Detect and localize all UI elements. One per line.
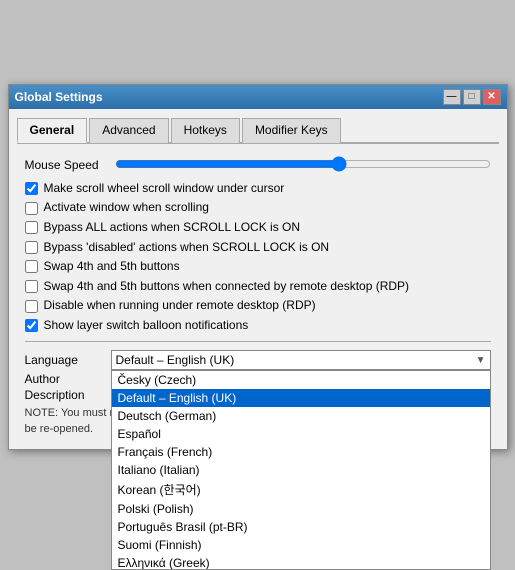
checkbox-row: Swap 4th and 5th buttons when connected … xyxy=(25,279,491,295)
tab-general[interactable]: General xyxy=(17,118,88,143)
tab-advanced[interactable]: Advanced xyxy=(89,118,168,143)
dropdown-item[interactable]: Česky (Czech) xyxy=(112,371,490,389)
dropdown-item[interactable]: Suomi (Finnish) xyxy=(112,536,490,554)
language-label: Language xyxy=(25,350,105,367)
checkbox-label: Disable when running under remote deskto… xyxy=(44,298,316,314)
content-area: General Advanced Hotkeys Modifier Keys M… xyxy=(9,109,507,450)
dropdown-item[interactable]: Default – English (UK) xyxy=(112,389,490,407)
tab-hotkeys[interactable]: Hotkeys xyxy=(171,118,240,143)
checkbox-3[interactable] xyxy=(25,241,38,254)
dropdown-list[interactable]: Česky (Czech)Default – English (UK)Deuts… xyxy=(111,370,491,570)
checkbox-1[interactable] xyxy=(25,202,38,215)
checkbox-label: Bypass ALL actions when SCROLL LOCK is O… xyxy=(44,220,301,236)
checkbox-4[interactable] xyxy=(25,260,38,273)
checkbox-row: Disable when running under remote deskto… xyxy=(25,298,491,314)
dropdown-item[interactable]: Korean (한국어) xyxy=(112,479,490,500)
dropdown-item[interactable]: Polski (Polish) xyxy=(112,500,490,518)
mouse-speed-slider[interactable] xyxy=(115,156,491,172)
checkbox-row: Show layer switch balloon notifications xyxy=(25,318,491,334)
dropdown-item[interactable]: Français (French) xyxy=(112,443,490,461)
tab-modifier-keys[interactable]: Modifier Keys xyxy=(242,118,341,143)
dropdown-item[interactable]: Deutsch (German) xyxy=(112,407,490,425)
close-button[interactable]: ✕ xyxy=(483,89,501,105)
minimize-button[interactable]: — xyxy=(443,89,461,105)
mouse-speed-row: Mouse Speed xyxy=(25,156,491,175)
checkbox-label: Activate window when scrolling xyxy=(44,200,209,216)
description-label: Description xyxy=(25,388,105,402)
maximize-button[interactable]: □ xyxy=(463,89,481,105)
language-dropdown[interactable]: Default – English (UK) ▼ Česky (Czech)De… xyxy=(111,350,491,370)
checkbox-row: Bypass ALL actions when SCROLL LOCK is O… xyxy=(25,220,491,236)
mouse-speed-slider-container xyxy=(115,156,491,175)
language-row: Language Default – English (UK) ▼ Česky … xyxy=(25,350,491,370)
checkbox-row: Bypass 'disabled' actions when SCROLL LO… xyxy=(25,240,491,256)
checkbox-label: Bypass 'disabled' actions when SCROLL LO… xyxy=(44,240,330,256)
divider xyxy=(25,341,491,342)
window-title: Global Settings xyxy=(15,90,103,104)
mouse-speed-label: Mouse Speed xyxy=(25,158,115,172)
checkbox-0[interactable] xyxy=(25,182,38,195)
dropdown-item[interactable]: Italiano (Italian) xyxy=(112,461,490,479)
checkboxes-container: Make scroll wheel scroll window under cu… xyxy=(25,181,491,334)
checkbox-7[interactable] xyxy=(25,319,38,332)
global-settings-window: Global Settings — □ ✕ General Advanced H… xyxy=(8,84,508,451)
checkbox-2[interactable] xyxy=(25,221,38,234)
checkbox-6[interactable] xyxy=(25,300,38,313)
checkbox-row: Make scroll wheel scroll window under cu… xyxy=(25,181,491,197)
checkbox-label: Swap 4th and 5th buttons xyxy=(44,259,180,275)
author-label: Author xyxy=(25,372,105,386)
checkbox-label: Show layer switch balloon notifications xyxy=(44,318,249,334)
dropdown-item[interactable]: Español xyxy=(112,425,490,443)
checkbox-label: Swap 4th and 5th buttons when connected … xyxy=(44,279,410,295)
title-bar-buttons: — □ ✕ xyxy=(443,89,501,105)
tab-bar: General Advanced Hotkeys Modifier Keys xyxy=(17,117,499,144)
dropdown-selected-text: Default – English (UK) xyxy=(116,353,235,367)
checkbox-row: Swap 4th and 5th buttons xyxy=(25,259,491,275)
dropdown-item[interactable]: Ελληνικά (Greek) xyxy=(112,554,490,570)
general-section: Mouse Speed Make scroll wheel scroll win… xyxy=(17,152,499,442)
chevron-down-icon: ▼ xyxy=(476,355,486,366)
checkbox-5[interactable] xyxy=(25,280,38,293)
dropdown-header[interactable]: Default – English (UK) ▼ xyxy=(111,350,491,370)
checkbox-row: Activate window when scrolling xyxy=(25,200,491,216)
checkbox-label: Make scroll wheel scroll window under cu… xyxy=(44,181,285,197)
title-bar: Global Settings — □ ✕ xyxy=(9,85,507,109)
